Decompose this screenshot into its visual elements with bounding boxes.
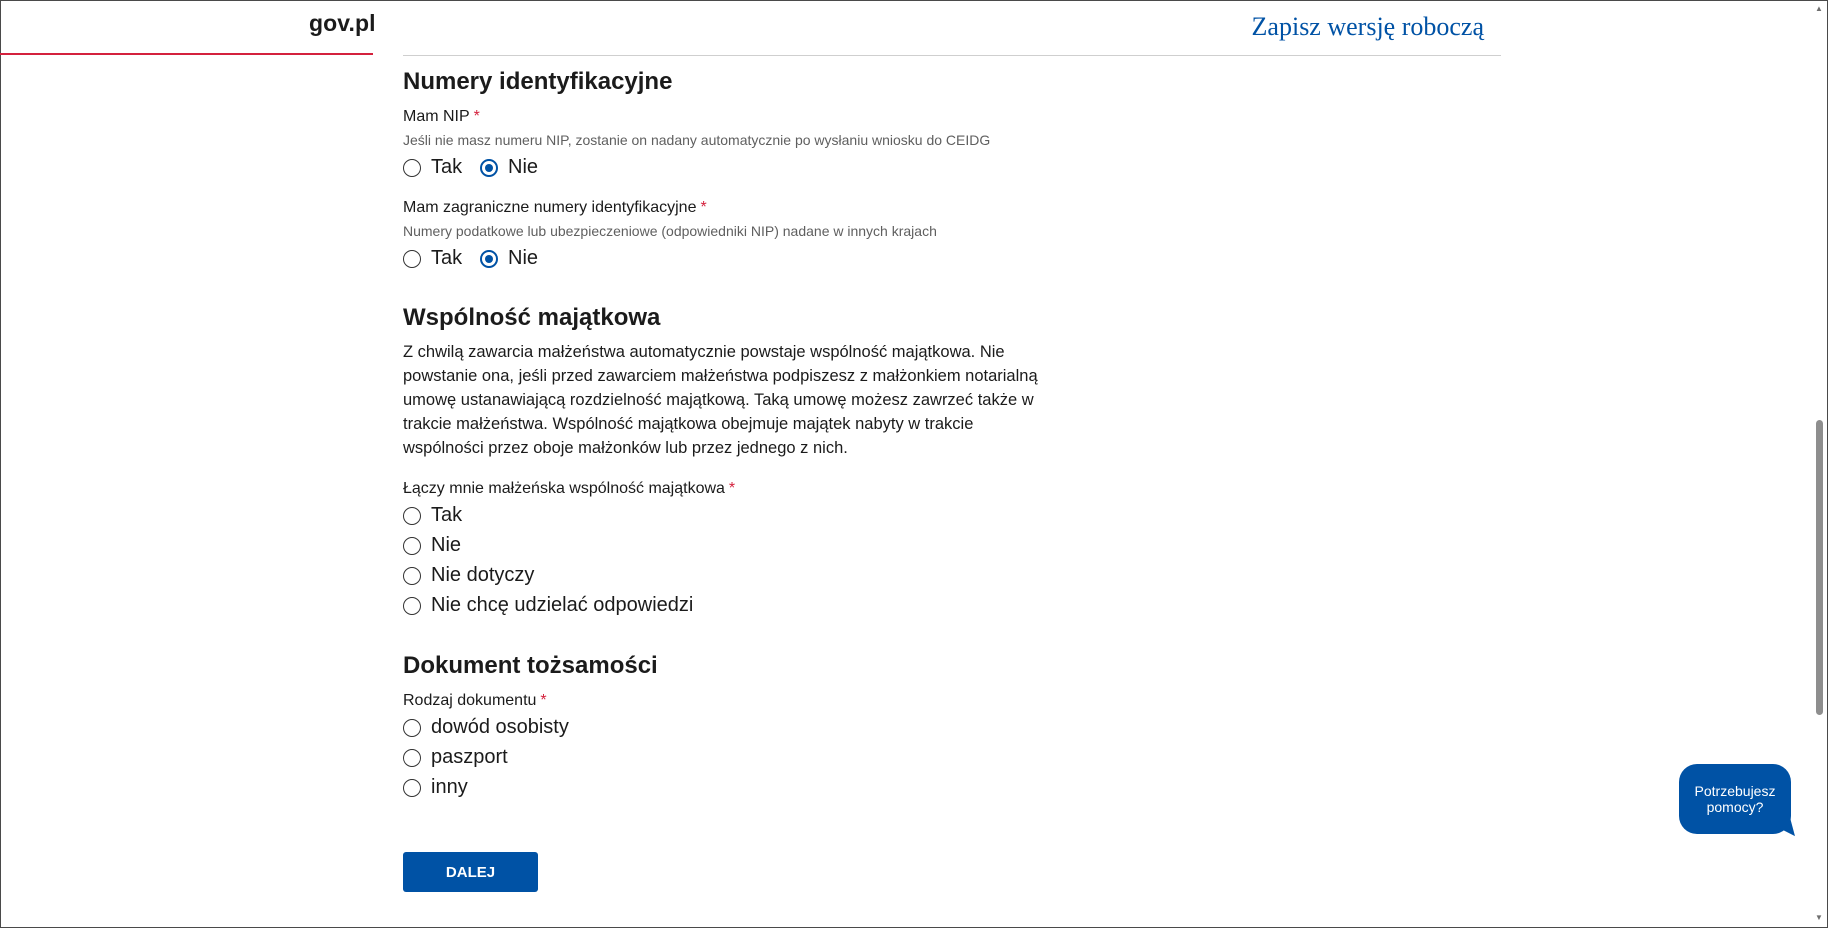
radio-circle[interactable] (403, 748, 421, 767)
radio-label: Tak (431, 156, 463, 178)
brand-underline (0, 53, 373, 55)
header-divider (403, 55, 1501, 56)
radio-nip-tak[interactable]: Tak (403, 156, 462, 179)
document-question-label: Rodzaj dokumentu * (403, 692, 547, 710)
radio-circle[interactable] (403, 249, 421, 268)
radio-label: Nie (508, 247, 539, 269)
radio-circle-selected[interactable] (480, 249, 498, 268)
required-marker: * (728, 480, 736, 497)
document-label-text: Rodzaj dokumentu (403, 692, 537, 709)
nip-label-text: Mam NIP (403, 108, 470, 125)
property-description: Z chwilą zawarcia małżeństwa automatyczn… (403, 343, 1038, 457)
radio-doc-other[interactable]: inny (403, 776, 468, 799)
radio-label: dowód osobisty (431, 716, 569, 738)
scroll-up-arrow-icon[interactable]: ▲ (1815, 4, 1823, 13)
required-marker: * (473, 108, 480, 125)
radio-circle[interactable] (403, 778, 421, 797)
section-title-document: Dokument tożsamości (403, 652, 658, 679)
vertical-scrollbar[interactable]: ▲ ▼ (1814, 0, 1826, 926)
radio-label: paszport (431, 746, 508, 768)
nip-hint: Jeśli nie masz numeru NIP, zostanie on n… (403, 132, 991, 148)
foreign-ids-label-text: Mam zagraniczne numery identyfikacyjne (403, 199, 697, 216)
foreign-ids-question-label: Mam zagraniczne numery identyfikacyjne * (403, 199, 707, 217)
radio-doc-id-card[interactable]: dowód osobisty (403, 716, 569, 739)
scroll-thumb[interactable] (1816, 420, 1823, 715)
property-question-label: Łączy mnie małżeńska wspólność majątkowa… (403, 480, 735, 498)
radio-circle[interactable] (403, 566, 421, 585)
radio-label: Tak (431, 504, 463, 526)
radio-property-nie-dotyczy[interactable]: Nie dotyczy (403, 564, 534, 587)
gov-logo[interactable]: gov.pl (309, 10, 376, 37)
radio-circle[interactable] (403, 718, 421, 737)
help-label-line2: pomocy? (1706, 799, 1764, 815)
radio-property-tak[interactable]: Tak (403, 504, 462, 527)
radio-foreign-tak[interactable]: Tak (403, 247, 462, 270)
radio-label: Nie chcę udzielać odpowiedzi (431, 594, 694, 616)
help-chat-bubble[interactable]: Potrzebujesz pomocy? (1679, 764, 1791, 834)
required-marker: * (540, 692, 547, 709)
section-title-ids: Numery identyfikacyjne (403, 68, 673, 95)
radio-label: Nie (508, 156, 539, 178)
nip-question-label: Mam NIP * (403, 108, 480, 126)
radio-circle[interactable] (403, 536, 421, 555)
radio-circle[interactable] (403, 158, 421, 177)
radio-label: Nie dotyczy (431, 564, 535, 586)
radio-property-nie[interactable]: Nie (403, 534, 461, 557)
radio-label: Nie (431, 534, 462, 556)
foreign-ids-hint: Numery podatkowe lub ubezpieczeniowe (od… (403, 223, 937, 239)
radio-foreign-nie[interactable]: Nie (480, 247, 538, 270)
next-button[interactable]: DALEJ (403, 852, 538, 892)
section-title-property: Wspólność majątkowa (403, 304, 661, 331)
radio-label: inny (431, 776, 468, 798)
radio-doc-passport[interactable]: paszport (403, 746, 508, 769)
radio-circle[interactable] (403, 506, 421, 525)
required-marker: * (700, 199, 707, 216)
radio-nip-nie[interactable]: Nie (480, 156, 538, 179)
radio-label: Tak (431, 247, 463, 269)
radio-circle[interactable] (403, 596, 421, 615)
scroll-down-arrow-icon[interactable]: ▼ (1815, 913, 1823, 922)
radio-circle-selected[interactable] (480, 158, 498, 177)
save-draft-link[interactable]: Zapisz wersję roboczą (1252, 12, 1484, 42)
property-label-text: Łączy mnie małżeńska wspólność majątkowa (403, 480, 725, 497)
help-label-line1: Potrzebujesz (1694, 783, 1776, 799)
radio-property-no-answer[interactable]: Nie chcę udzielać odpowiedzi (403, 594, 693, 617)
